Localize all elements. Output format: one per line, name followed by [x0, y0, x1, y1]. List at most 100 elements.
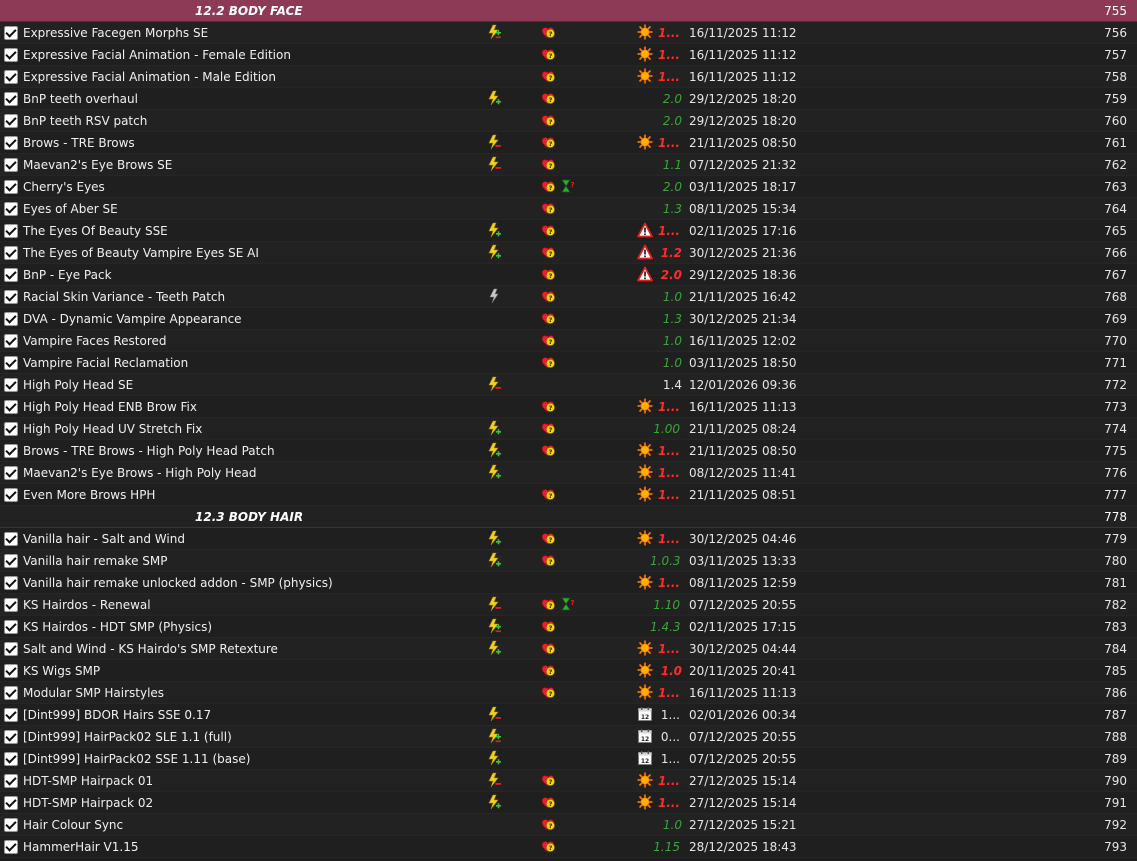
priority-number: 784 — [1104, 642, 1127, 656]
mod-row[interactable]: Even More Brows HPH? 1... 21/11/2025 08:51… — [0, 484, 1137, 506]
mod-row[interactable]: Vanilla hair - Salt and Wind? 1... 30/12/2… — [0, 528, 1137, 550]
mod-row[interactable]: HDT-SMP Hairpack 02? 1... 27/12/2025 15:14… — [0, 792, 1137, 814]
svg-text:?: ? — [549, 272, 553, 280]
enabled-checkbox[interactable] — [4, 268, 18, 282]
separator-title: 12.3 BODY HAIR — [195, 510, 304, 524]
enabled-checkbox[interactable] — [4, 246, 18, 260]
mod-row[interactable]: Maevan2's Eye Brows - High Poly Head 1...… — [0, 462, 1137, 484]
enabled-checkbox[interactable] — [4, 202, 18, 216]
enabled-checkbox[interactable] — [4, 752, 18, 766]
enabled-checkbox[interactable] — [4, 334, 18, 348]
enabled-checkbox[interactable] — [4, 290, 18, 304]
enabled-checkbox[interactable] — [4, 620, 18, 634]
mod-row[interactable]: HammerHair V1.15? 1.15 28/12/2025 18:43 793 — [0, 836, 1137, 858]
enabled-checkbox[interactable] — [4, 378, 18, 392]
separator-row[interactable]: 12.3 BODY HAIR 778 — [0, 506, 1137, 528]
priority-number: 769 — [1104, 312, 1127, 326]
mod-row[interactable]: The Eyes Of Beauty SSE? 1... 02/11/2025 17… — [0, 220, 1137, 242]
enabled-checkbox[interactable] — [4, 70, 18, 84]
enabled-checkbox[interactable] — [4, 312, 18, 326]
mod-row[interactable]: Vampire Facial Reclamation? 1.0 03/11/2025… — [0, 352, 1137, 374]
mod-row[interactable]: Eyes of Aber SE? 1.3 08/11/2025 15:34 764 — [0, 198, 1137, 220]
enabled-checkbox[interactable] — [4, 444, 18, 458]
enabled-checkbox[interactable] — [4, 730, 18, 744]
enabled-checkbox[interactable] — [4, 664, 18, 678]
svg-text:12: 12 — [641, 714, 649, 721]
mod-row[interactable]: The Eyes of Beauty Vampire Eyes SE AI? 1.… — [0, 242, 1137, 264]
mod-row[interactable]: [Dint999] BDOR Hairs SSE 0.17 12 1... 02/01… — [0, 704, 1137, 726]
install-date: 07/12/2025 20:55 — [689, 730, 797, 744]
install-date: 30/12/2025 21:36 — [689, 246, 797, 260]
mod-row[interactable]: KS Wigs SMP? 1.0 20/11/2025 20:41 785 — [0, 660, 1137, 682]
mod-row[interactable]: Maevan2's Eye Brows SE? 1.1 07/12/2025 21:… — [0, 154, 1137, 176]
heart-question-icon: ? — [540, 486, 556, 502]
enabled-checkbox[interactable] — [4, 356, 18, 370]
enabled-checkbox[interactable] — [4, 488, 18, 502]
enabled-checkbox[interactable] — [4, 114, 18, 128]
mod-row[interactable]: BnP teeth overhaul? 2.0 29/12/2025 18:20 75… — [0, 88, 1137, 110]
mod-row[interactable]: Vanilla hair remake SMP? 1.0.3 03/11/2025 … — [0, 550, 1137, 572]
mod-name: Vanilla hair - Salt and Wind — [23, 532, 185, 546]
enabled-checkbox[interactable] — [4, 466, 18, 480]
mod-row[interactable]: Brows - TRE Brows? 1... 21/11/2025 08:50 76… — [0, 132, 1137, 154]
enabled-checkbox[interactable] — [4, 136, 18, 150]
svg-text:?: ? — [549, 96, 553, 104]
enabled-checkbox[interactable] — [4, 26, 18, 40]
enabled-checkbox[interactable] — [4, 818, 18, 832]
mod-row[interactable]: BnP - Eye Pack? 2.0 29/12/2025 18:36 767 — [0, 264, 1137, 286]
mod-name: Brows - TRE Brows — [23, 136, 135, 150]
enabled-checkbox[interactable] — [4, 400, 18, 414]
enabled-checkbox[interactable] — [4, 554, 18, 568]
install-date: 29/12/2025 18:20 — [689, 114, 797, 128]
mod-row[interactable]: KS Hairdos - HDT SMP (Physics)? 1.4.3 02/1… — [0, 616, 1137, 638]
enabled-checkbox[interactable] — [4, 158, 18, 172]
mod-version: 2.0 — [662, 114, 682, 128]
enabled-checkbox[interactable] — [4, 422, 18, 436]
enabled-checkbox[interactable] — [4, 686, 18, 700]
enabled-checkbox[interactable] — [4, 48, 18, 62]
svg-text:?: ? — [549, 206, 553, 214]
heart-question-icon: ? — [540, 90, 556, 106]
mod-row[interactable]: Expressive Facial Animation - Female Edi… — [0, 44, 1137, 66]
enabled-checkbox[interactable] — [4, 92, 18, 106]
mod-row[interactable]: [Dint999] HairPack02 SLE 1.1 (full) 12 0..… — [0, 726, 1137, 748]
mod-row[interactable]: Vampire Faces Restored? 1.0 16/11/2025 12:… — [0, 330, 1137, 352]
enabled-checkbox[interactable] — [4, 598, 18, 612]
enabled-checkbox[interactable] — [4, 840, 18, 854]
mod-row[interactable]: Vanilla hair remake unlocked addon - SMP… — [0, 572, 1137, 594]
heart-question-icon: ? — [540, 684, 556, 700]
mod-row[interactable]: KS Hairdos - Renewal?? 1.10 07/12/2025 20:… — [0, 594, 1137, 616]
mod-row[interactable]: Salt and Wind - KS Hairdo's SMP Retextur… — [0, 638, 1137, 660]
enabled-checkbox[interactable] — [4, 180, 18, 194]
separator-row[interactable]: 12.2 BODY FACE 755 — [0, 0, 1137, 22]
enabled-checkbox[interactable] — [4, 224, 18, 238]
conflict-plus-icon — [486, 222, 502, 238]
enabled-checkbox[interactable] — [4, 774, 18, 788]
conflict-minus-icon — [486, 706, 502, 722]
mod-row[interactable]: High Poly Head UV Stretch Fix? 1.00 21/11/… — [0, 418, 1137, 440]
mod-row[interactable]: Brows - TRE Brows - High Poly Head Patch… — [0, 440, 1137, 462]
conflict-plus-icon — [486, 420, 502, 436]
install-date: 08/11/2025 15:34 — [689, 202, 797, 216]
enabled-checkbox[interactable] — [4, 532, 18, 546]
mod-row[interactable]: Expressive Facial Animation - Male Editi… — [0, 66, 1137, 88]
mod-name: The Eyes Of Beauty SSE — [23, 224, 168, 238]
mod-row[interactable]: Racial Skin Variance - Teeth Patch? 1.0 21… — [0, 286, 1137, 308]
install-date: 30/12/2025 04:46 — [689, 532, 797, 546]
enabled-checkbox[interactable] — [4, 708, 18, 722]
enabled-checkbox[interactable] — [4, 642, 18, 656]
enabled-checkbox[interactable] — [4, 796, 18, 810]
mod-row[interactable]: Cherry's Eyes?? 2.0 03/11/2025 18:17 763 — [0, 176, 1137, 198]
mod-row[interactable]: Expressive Facegen Morphs SE? 1... 16/11/2… — [0, 22, 1137, 44]
mod-row[interactable]: DVA - Dynamic Vampire Appearance? 1.3 30/1… — [0, 308, 1137, 330]
enabled-checkbox[interactable] — [4, 576, 18, 590]
mod-row[interactable]: Hair Colour Sync? 1.0 27/12/2025 15:21 792 — [0, 814, 1137, 836]
svg-text:?: ? — [549, 162, 553, 170]
mod-row[interactable]: [Dint999] HairPack02 SSE 1.11 (base) 12 1.… — [0, 748, 1137, 770]
mod-row[interactable]: Modular SMP Hairstyles? 1... 16/11/2025 11… — [0, 682, 1137, 704]
mod-row[interactable]: High Poly Head ENB Brow Fix? 1... 16/11/20… — [0, 396, 1137, 418]
mod-row[interactable]: BnP teeth RSV patch? 2.0 29/12/2025 18:20 7… — [0, 110, 1137, 132]
mod-name: Vampire Facial Reclamation — [23, 356, 189, 370]
mod-row[interactable]: High Poly Head SE 1.4 12/01/2026 09:36 772 — [0, 374, 1137, 396]
mod-row[interactable]: HDT-SMP Hairpack 01? 1... 27/12/2025 15:14… — [0, 770, 1137, 792]
